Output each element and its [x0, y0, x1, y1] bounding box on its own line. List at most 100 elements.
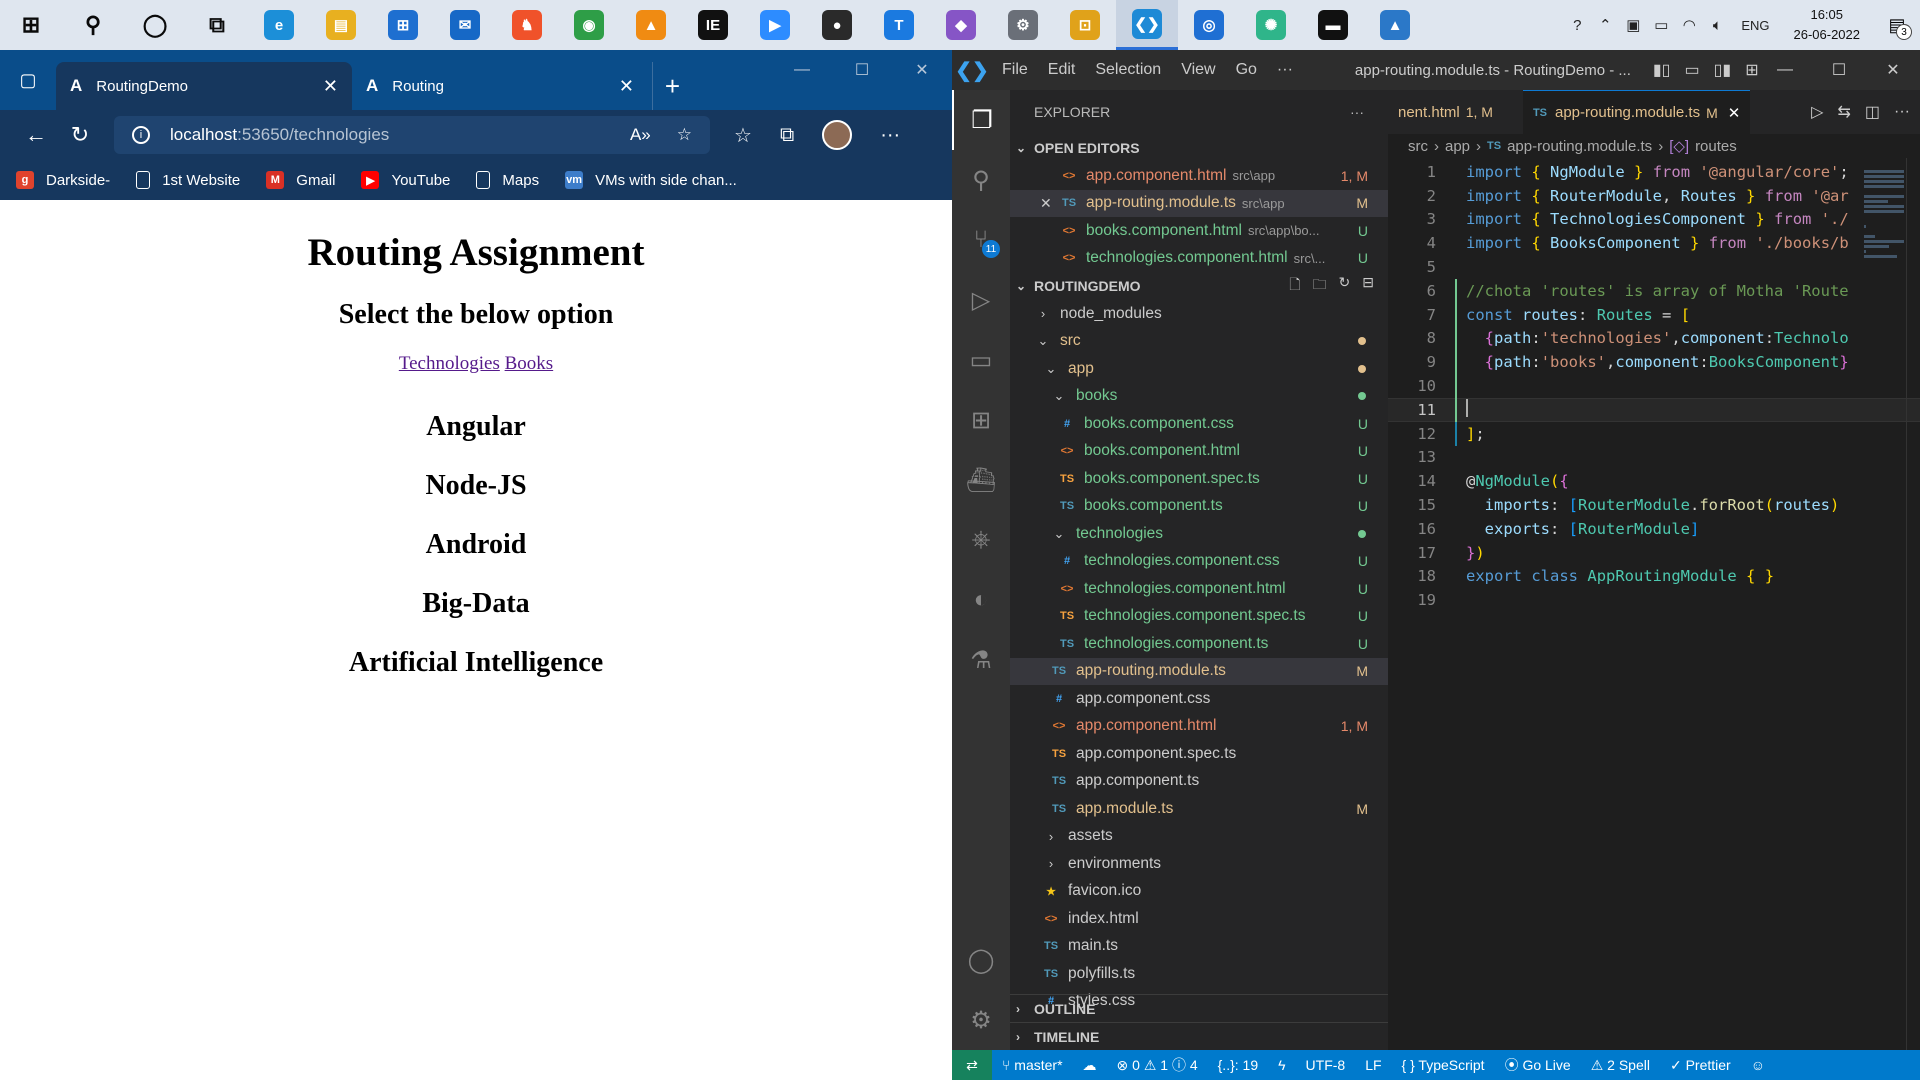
clock[interactable]: 16:05 26-06-2022 — [1780, 5, 1875, 45]
file-item[interactable]: TS main.ts — [1010, 933, 1388, 961]
manage-gear-icon[interactable]: ⚙ — [952, 990, 1010, 1050]
breadcrumb-item[interactable]: app-routing.module.ts — [1507, 138, 1652, 155]
tab-actions-icon[interactable]: ▢ — [0, 50, 56, 110]
close-window-icon[interactable]: ✕ — [1866, 50, 1920, 90]
file-item[interactable]: TS app.component.ts — [1010, 768, 1388, 796]
taskbar-intellij-button[interactable]: IE — [682, 0, 744, 50]
volume-icon[interactable]: 🔈︎ — [1703, 0, 1731, 50]
file-item[interactable]: TS app.component.spec.ts — [1010, 740, 1388, 768]
explorer-more-icon[interactable]: ··· — [1350, 104, 1364, 120]
maximize-icon[interactable]: ☐ — [832, 50, 892, 90]
file-item[interactable]: TS polyfills.ts — [1010, 960, 1388, 988]
breadcrumb-item[interactable]: routes — [1695, 138, 1737, 155]
taskbar-vlc-button[interactable]: ▲ — [620, 0, 682, 50]
taskbar-terminal-button[interactable]: ▬ — [1302, 0, 1364, 50]
sync-icon[interactable]: ☁ — [1073, 1057, 1107, 1074]
help-icon[interactable]: ? — [1563, 0, 1591, 50]
bookmark-item[interactable]: ▯ 1st Website — [136, 171, 240, 189]
minimize-icon[interactable]: — — [1758, 50, 1812, 90]
eol[interactable]: LF — [1355, 1057, 1391, 1073]
taskbar-photos-button[interactable]: ▲ — [1364, 0, 1426, 50]
file-item[interactable]: <> technologies.component.html U — [1010, 575, 1388, 603]
read-aloud-icon[interactable]: A» — [630, 125, 651, 145]
source-control-icon[interactable]: ⑂ 11 — [952, 210, 1010, 270]
close-editor-icon[interactable]: ✕ — [1040, 195, 1052, 212]
open-editor-item[interactable]: <> technologies.component.html src\... U — [1010, 245, 1388, 273]
split-editor-icon[interactable]: ◫ — [1865, 102, 1880, 122]
taskbar-chrome-button[interactable]: ◉ — [558, 0, 620, 50]
taskbar-mail-button[interactable]: ✉ — [434, 0, 496, 50]
feedback-icon[interactable]: ☺ — [1741, 1057, 1775, 1073]
run-debug-icon[interactable]: ▷ — [952, 270, 1010, 330]
project-header[interactable]: ⌄ ROUTINGDEMO 🗋︎ 🗀︎ ↻ ⊟ — [1010, 272, 1388, 300]
folder-item[interactable]: ⌄ books — [1010, 383, 1388, 411]
close-tab-icon[interactable]: ✕ — [1728, 104, 1741, 122]
accounts-icon[interactable]: ◯ — [952, 930, 1010, 990]
remote-explorer-icon[interactable]: ▭ — [952, 330, 1010, 390]
file-item[interactable]: <> books.component.html U — [1010, 438, 1388, 466]
menu-item[interactable]: ··· — [1277, 61, 1293, 79]
open-editors-header[interactable]: ⌄ OPEN EDITORS — [1010, 134, 1388, 162]
folder-item[interactable]: › assets — [1010, 823, 1388, 851]
open-editor-item[interactable]: <> books.component.html src\app\bo... U — [1010, 217, 1388, 245]
menu-item[interactable]: Go — [1236, 61, 1257, 79]
taskbar-file-explorer-button[interactable]: ▤ — [310, 0, 372, 50]
minimap[interactable] — [1864, 170, 1904, 258]
address-bar[interactable]: i localhost :53650/technologies A» ☆ — [114, 116, 710, 154]
timeline-header[interactable]: › TIMELINE — [1010, 1022, 1388, 1050]
menu-item[interactable]: File — [1002, 61, 1028, 79]
bookmark-item[interactable]: M Gmail — [266, 171, 335, 189]
close-tab-icon[interactable]: ✕ — [323, 76, 338, 97]
edge-devtools-icon[interactable]: ◐ — [952, 570, 1010, 630]
file-item[interactable]: # technologies.component.css U — [1010, 548, 1388, 576]
collections-icon[interactable]: ⧉ — [780, 124, 794, 147]
taskbar-visual-studio-button[interactable]: ◆ — [930, 0, 992, 50]
spell-checker[interactable]: ⚠ 2 Spell — [1581, 1057, 1660, 1074]
go-live-button[interactable]: ⦿ Go Live — [1495, 1055, 1581, 1075]
explorer-icon[interactable]: ❐ — [952, 90, 1010, 150]
menu-item[interactable]: Edit — [1048, 61, 1076, 79]
testing-icon[interactable]: ⚗ — [952, 630, 1010, 690]
chevron-up-icon[interactable]: ⌃ — [1591, 0, 1619, 50]
file-item[interactable]: ★ favicon.ico — [1010, 878, 1388, 906]
device-icon[interactable]: ▣ — [1619, 0, 1647, 50]
encoding[interactable]: UTF-8 — [1296, 1057, 1356, 1073]
site-info-icon[interactable]: i — [132, 126, 150, 144]
taskbar-vscode-taskbar-button[interactable]: ❮❯ — [1116, 0, 1178, 50]
technologies-link[interactable]: Technologies — [399, 353, 500, 374]
bookmark-item[interactable]: vm VMs with side chan... — [565, 171, 737, 189]
taskbar-windows-start-button[interactable]: ⊞ — [0, 0, 62, 50]
editor-more-icon[interactable]: ··· — [1894, 103, 1910, 121]
extensions-icon[interactable]: ⊞ — [952, 390, 1010, 450]
taskbar-edge-button[interactable]: e — [248, 0, 310, 50]
notification-center-button[interactable]: ▤ 3 — [1874, 0, 1920, 50]
file-item[interactable]: TS app-routing.module.ts M — [1010, 657, 1388, 685]
language-mode[interactable]: { } TypeScript — [1392, 1057, 1495, 1073]
taskbar-t-app-button[interactable]: T — [868, 0, 930, 50]
lightning-icon[interactable]: ϟ — [1268, 1057, 1295, 1073]
file-item[interactable]: TS books.component.ts U — [1010, 493, 1388, 521]
file-item[interactable]: <> index.html — [1010, 905, 1388, 933]
refresh-icon[interactable]: ↻ — [58, 122, 102, 148]
search-icon[interactable]: ⚲ — [952, 150, 1010, 210]
books-link[interactable]: Books — [505, 353, 554, 374]
taskbar-settings-app-button[interactable]: ⚙ — [992, 0, 1054, 50]
editor-scrollbar[interactable] — [1906, 158, 1920, 1050]
taskbar-search-button[interactable]: ⚲ — [62, 0, 124, 50]
file-item[interactable]: # app.component.css — [1010, 685, 1388, 713]
tab-routing[interactable]: A Routing ✕ — [352, 62, 648, 110]
toggle-sidebar-icon[interactable]: ▮▯ — [1653, 60, 1671, 80]
file-item[interactable]: TS books.component.spec.ts U — [1010, 465, 1388, 493]
maximize-icon[interactable]: ☐ — [1812, 50, 1866, 90]
folder-item[interactable]: ⌄ app — [1010, 355, 1388, 383]
input-language[interactable]: ENG — [1731, 18, 1779, 33]
file-item[interactable]: TS technologies.component.spec.ts U — [1010, 603, 1388, 631]
folder-item[interactable]: › node_modules — [1010, 300, 1388, 328]
new-file-icon[interactable]: 🗋︎ — [1289, 274, 1300, 298]
taskbar-grid-app-button[interactable]: ⊡ — [1054, 0, 1116, 50]
bookmark-item[interactable]: g Darkside- — [16, 171, 110, 189]
kubernetes-icon[interactable]: ⎈ — [952, 510, 1010, 570]
refresh-explorer-icon[interactable]: ↻ — [1339, 274, 1351, 298]
editor-tab-app-routing[interactable]: TS app-routing.module.ts M ✕ — [1522, 90, 1751, 134]
taskbar-atom-button[interactable]: ✺ — [1240, 0, 1302, 50]
